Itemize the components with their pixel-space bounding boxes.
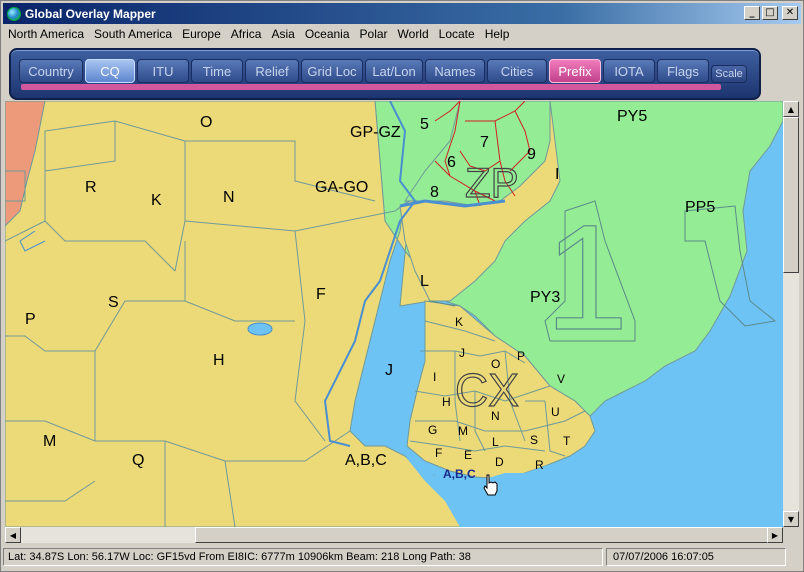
- tab-prefix[interactable]: Prefix: [549, 59, 601, 83]
- label-cx-d: D: [495, 455, 504, 469]
- tab-cities[interactable]: Cities: [487, 59, 547, 83]
- window-title: Global Overlay Mapper: [25, 6, 156, 21]
- label-j: J: [385, 362, 393, 379]
- overlay-toolbar: Country CQ ITU Time Relief Grid Loc Lat/…: [9, 48, 761, 100]
- label-q: Q: [132, 452, 144, 469]
- label-gp-gz: GP-GZ: [350, 124, 401, 141]
- menu-africa[interactable]: Africa: [226, 27, 267, 41]
- label-cx-f: F: [435, 446, 442, 460]
- menu-polar[interactable]: Polar: [355, 27, 393, 41]
- vertical-scrollbar[interactable]: ▲ ▼: [783, 101, 799, 527]
- label-py5: PY5: [617, 108, 647, 125]
- scale-button[interactable]: Scale: [711, 65, 747, 83]
- tab-iota[interactable]: IOTA: [603, 59, 655, 83]
- label-9: 9: [527, 146, 536, 163]
- label-cx-j: J: [459, 346, 465, 360]
- label-cx-k: K: [455, 315, 463, 329]
- label-m: M: [43, 433, 56, 450]
- label-cx-i: I: [433, 370, 436, 384]
- menu-south-america[interactable]: South America: [89, 27, 177, 41]
- label-r: R: [85, 179, 97, 196]
- label-zp: ZP: [465, 159, 519, 206]
- label-ga-go: GA-GO: [315, 179, 368, 196]
- label-cx-p: P: [517, 349, 525, 363]
- label-py3: PY3: [530, 289, 560, 306]
- label-1: 1: [545, 193, 628, 361]
- label-l: L: [420, 273, 429, 290]
- label-cx-n: N: [491, 409, 500, 423]
- map-canvas[interactable]: ZP CX 1 O GP-GZ 5 PY5 7 6 9 I 8 R K N GA…: [5, 101, 783, 527]
- tab-lat-lon[interactable]: Lat/Lon: [365, 59, 423, 83]
- tab-time[interactable]: Time: [191, 59, 243, 83]
- label-pp5: PP5: [685, 199, 715, 216]
- maximize-button[interactable]: □: [762, 6, 778, 20]
- map-view[interactable]: ZP CX 1 O GP-GZ 5 PY5 7 6 9 I 8 R K N GA…: [5, 101, 783, 527]
- label-f: F: [316, 286, 326, 303]
- menu-help[interactable]: Help: [480, 27, 515, 41]
- menu-asia[interactable]: Asia: [266, 27, 299, 41]
- status-bar: Lat: 34.87S Lon: 56.17W Loc: GF15vd From…: [3, 546, 801, 568]
- app-window: Global Overlay Mapper _ □ ✕ North Americ…: [0, 0, 804, 572]
- horizontal-scroll-thumb[interactable]: [195, 527, 783, 543]
- menu-oceania[interactable]: Oceania: [300, 27, 355, 41]
- label-8: 8: [430, 184, 439, 201]
- tab-flags[interactable]: Flags: [657, 59, 709, 83]
- status-datetime: 07/07/2006 16:07:05: [606, 548, 786, 566]
- horizontal-scrollbar[interactable]: ◀ ▶: [5, 527, 783, 543]
- label-s: S: [108, 294, 119, 311]
- label-h: H: [213, 352, 225, 369]
- label-cx-abc: A,B,C: [443, 467, 476, 481]
- menu-europe[interactable]: Europe: [177, 27, 226, 41]
- label-abc: A,B,C: [345, 452, 387, 469]
- label-n: N: [223, 189, 235, 206]
- tab-relief[interactable]: Relief: [245, 59, 299, 83]
- label-6: 6: [447, 154, 456, 171]
- label-k: K: [151, 192, 162, 209]
- menu-world[interactable]: World: [393, 27, 434, 41]
- label-cx: CX: [455, 364, 519, 416]
- scroll-down-button[interactable]: ▼: [783, 511, 799, 527]
- menu-locate[interactable]: Locate: [434, 27, 480, 41]
- menu-bar: North America South America Europe Afric…: [3, 24, 801, 43]
- label-cx-s: S: [530, 433, 538, 447]
- label-cx-h: H: [442, 395, 451, 409]
- label-i: I: [555, 166, 559, 183]
- globe-icon: [7, 6, 21, 21]
- label-7: 7: [480, 134, 489, 151]
- label-cx-o: O: [491, 357, 500, 371]
- scroll-left-button[interactable]: ◀: [5, 527, 21, 543]
- window-controls: _ □ ✕: [744, 6, 798, 20]
- label-cx-u: U: [551, 405, 560, 419]
- overlay-tabs: Country CQ ITU Time Relief Grid Loc Lat/…: [19, 59, 747, 83]
- vertical-scroll-thumb[interactable]: [783, 117, 799, 273]
- label-cx-e: E: [464, 448, 472, 462]
- menu-north-america[interactable]: North America: [3, 27, 89, 41]
- tab-country[interactable]: Country: [19, 59, 83, 83]
- scrollbar-corner: [783, 527, 799, 543]
- scroll-up-button[interactable]: ▲: [783, 101, 799, 117]
- status-coordinates: Lat: 34.87S Lon: 56.17W Loc: GF15vd From…: [3, 548, 603, 566]
- label-o: O: [200, 114, 212, 131]
- title-bar[interactable]: Global Overlay Mapper _ □ ✕: [3, 3, 801, 24]
- label-cx-t: T: [563, 434, 571, 448]
- prefix-indicator-bar: [21, 84, 721, 90]
- label-p: P: [25, 311, 36, 328]
- tab-grid-loc[interactable]: Grid Loc: [301, 59, 363, 83]
- label-cx-g: G: [428, 423, 437, 437]
- label-cx-m: M: [458, 424, 468, 438]
- label-5: 5: [420, 116, 429, 133]
- minimize-button[interactable]: _: [744, 6, 760, 20]
- close-button[interactable]: ✕: [782, 6, 798, 20]
- scroll-right-button[interactable]: ▶: [767, 527, 783, 543]
- label-cx-v: V: [557, 372, 565, 386]
- tab-itu[interactable]: ITU: [137, 59, 189, 83]
- tab-cq[interactable]: CQ: [85, 59, 135, 83]
- label-cx-r: R: [535, 458, 544, 472]
- tab-names[interactable]: Names: [425, 59, 485, 83]
- label-cx-l: L: [492, 435, 499, 449]
- lake-mar-chiquita: [247, 322, 273, 336]
